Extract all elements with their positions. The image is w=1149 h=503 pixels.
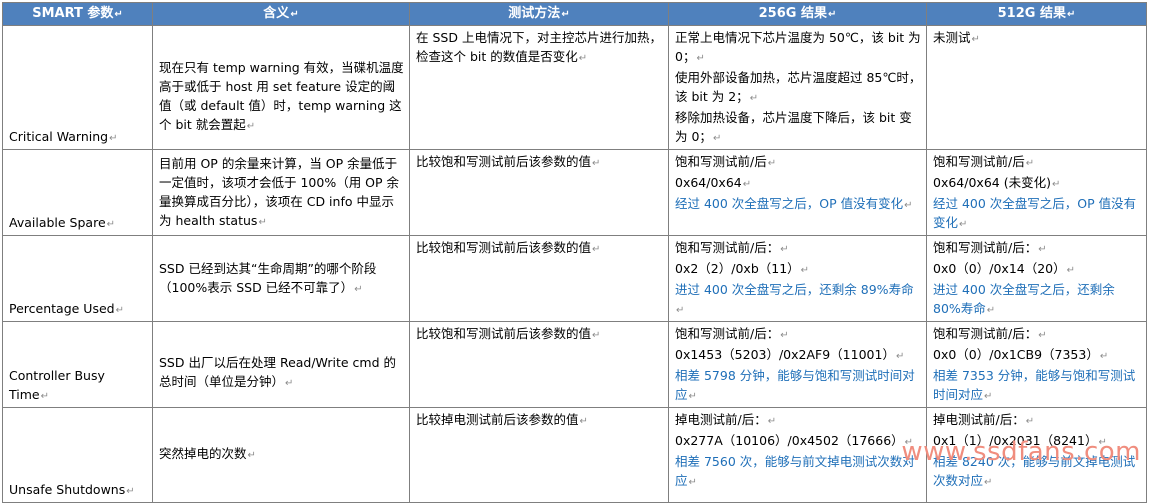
result-note: 经过 400 次全盘写之后，OP 值没有变化↵ xyxy=(933,196,1137,230)
result-line: 0x0（0）/0x1CB9（7353）↵ xyxy=(933,347,1109,362)
table-row: Percentage Used↵ SSD 已经到达其“生命周期”的哪个阶段（10… xyxy=(2,235,1147,322)
result-512g-cell: 饱和写测试前/后↵ 0x64/0x64 (未变化)↵ 经过 400 次全盘写之后… xyxy=(926,149,1147,236)
result-256g-cell: 掉电测试前/后：↵ 0x277A（10106）/0x4502（17666）↵ 相… xyxy=(668,407,927,503)
result-line: 饱和写测试前/后：↵ xyxy=(675,326,789,341)
result-line: 饱和写测试前/后：↵ xyxy=(675,240,789,255)
table-row: Controller Busy Time↵ SSD 出厂以后在处理 Read/W… xyxy=(2,321,1147,408)
header-test-method: 测试方法↵ xyxy=(409,2,669,26)
result-note: 进过 400 次全盘写之后，还剩余 80%寿命↵ xyxy=(933,282,1115,316)
smart-param-cell: Critical Warning↵ xyxy=(2,25,153,150)
meaning-cell: 突然掉电的次数↵ xyxy=(152,407,410,503)
result-256g-cell: 饱和写测试前/后：↵ 0x1453（5203）/0x2AF9（11001）↵ 相… xyxy=(668,321,927,408)
result-line: 掉电测试前/后：↵ xyxy=(675,412,777,427)
result-line: 移除加热设备，芯片温度下降后，该 bit 变为 0；↵ xyxy=(675,110,912,144)
result-line: 饱和写测试前/后↵ xyxy=(675,154,777,169)
meaning-cell: 现在只有 temp warning 有效，当碟机温度高于或低于 host 用 s… xyxy=(152,25,410,150)
table-row: Available Spare↵ 目前用 OP 的余量来计算，当 OP 余量低于… xyxy=(2,149,1147,236)
result-256g-cell: 饱和写测试前/后↵ 0x64/0x64↵ 经过 400 次全盘写之后，OP 值没… xyxy=(668,149,927,236)
smart-param-cell: Controller Busy Time↵ xyxy=(2,321,153,408)
method-cell: 在 SSD 上电情况下，对主控芯片进行加热，检查这个 bit 的数值是否变化↵ xyxy=(409,25,669,150)
header-smart-param: SMART 参数↵ xyxy=(2,2,153,26)
smart-param-cell: Available Spare↵ xyxy=(2,149,153,236)
header-meaning: 含义↵ xyxy=(152,2,410,26)
smart-table: SMART 参数↵ 含义↵ 测试方法↵ 256G 结果↵ 512G 结果↵ Cr… xyxy=(2,2,1147,503)
result-line: 0x0（0）/0x14（20）↵ xyxy=(933,261,1076,276)
smart-param-cell: Percentage Used↵ xyxy=(2,235,153,322)
result-note: 相差 5798 分钟，能够与饱和写测试时间对应↵ xyxy=(675,368,915,402)
result-line: 0x64/0x64 (未变化)↵ xyxy=(933,175,1061,190)
result-note: 进过 400 次全盘写之后，还剩余 89%寿命↵ xyxy=(675,282,914,316)
result-line: 0x64/0x64↵ xyxy=(675,175,752,190)
result-line: 0x277A（10106）/0x4502（17666）↵ xyxy=(675,433,914,448)
meaning-cell: SSD 已经到达其“生命周期”的哪个阶段（100%表示 SSD 已经不可靠了）↵ xyxy=(152,235,410,322)
result-512g-cell: 未测试↵ xyxy=(926,25,1147,150)
result-note: 相差 7353 分钟，能够与饱和写测试时间对应↵ xyxy=(933,368,1136,402)
result-line: 未测试↵ xyxy=(933,30,980,45)
result-line: 0x1453（5203）/0x2AF9（11001）↵ xyxy=(675,347,905,362)
header-256g-result: 256G 结果↵ xyxy=(668,2,927,26)
smart-param-cell: Unsafe Shutdowns↵ xyxy=(2,407,153,503)
result-line: 使用外部设备加热，芯片温度超过 85℃时，该 bit 为 2；↵ xyxy=(675,70,922,104)
method-cell: 比较掉电测试前后该参数的值↵ xyxy=(409,407,669,503)
method-cell: 比较饱和写测试前后该参数的值↵ xyxy=(409,321,669,408)
result-256g-cell: 饱和写测试前/后：↵ 0x2（2）/0xb（11）↵ 进过 400 次全盘写之后… xyxy=(668,235,927,322)
meaning-cell: 目前用 OP 的余量来计算，当 OP 余量低于一定值时，该项才会低于 100%（… xyxy=(152,149,410,236)
result-line: 饱和写测试前/后：↵ xyxy=(933,240,1047,255)
header-row: SMART 参数↵ 含义↵ 测试方法↵ 256G 结果↵ 512G 结果↵ xyxy=(2,2,1147,26)
result-512g-cell: 饱和写测试前/后：↵ 0x0（0）/0x14（20）↵ 进过 400 次全盘写之… xyxy=(926,235,1147,322)
result-line: 掉电测试前/后：↵ xyxy=(933,412,1035,427)
method-cell: 比较饱和写测试前后该参数的值↵ xyxy=(409,235,669,322)
result-note: 相差 7560 次，能够与前文掉电测试次数对应↵ xyxy=(675,454,915,488)
result-note: 经过 400 次全盘写之后，OP 值没有变化↵ xyxy=(675,196,913,211)
result-line: 0x2（2）/0xb（11）↵ xyxy=(675,261,810,276)
result-line: 饱和写测试前/后↵ xyxy=(933,154,1035,169)
result-512g-cell: 饱和写测试前/后：↵ 0x0（0）/0x1CB9（7353）↵ 相差 7353 … xyxy=(926,321,1147,408)
result-256g-cell: 正常上电情况下芯片温度为 50℃，该 bit 为 0；↵ 使用外部设备加热，芯片… xyxy=(668,25,927,150)
meaning-cell: SSD 出厂以后在处理 Read/Write cmd 的总时间（单位是分钟）↵ xyxy=(152,321,410,408)
header-512g-result: 512G 结果↵ xyxy=(926,2,1147,26)
result-line: 饱和写测试前/后：↵ xyxy=(933,326,1047,341)
table-row: Critical Warning↵ 现在只有 temp warning 有效，当… xyxy=(2,25,1147,150)
result-line: 正常上电情况下芯片温度为 50℃，该 bit 为 0；↵ xyxy=(675,30,921,64)
watermark-text: www.ssdfans.com xyxy=(901,437,1141,467)
method-cell: 比较饱和写测试前后该参数的值↵ xyxy=(409,149,669,236)
